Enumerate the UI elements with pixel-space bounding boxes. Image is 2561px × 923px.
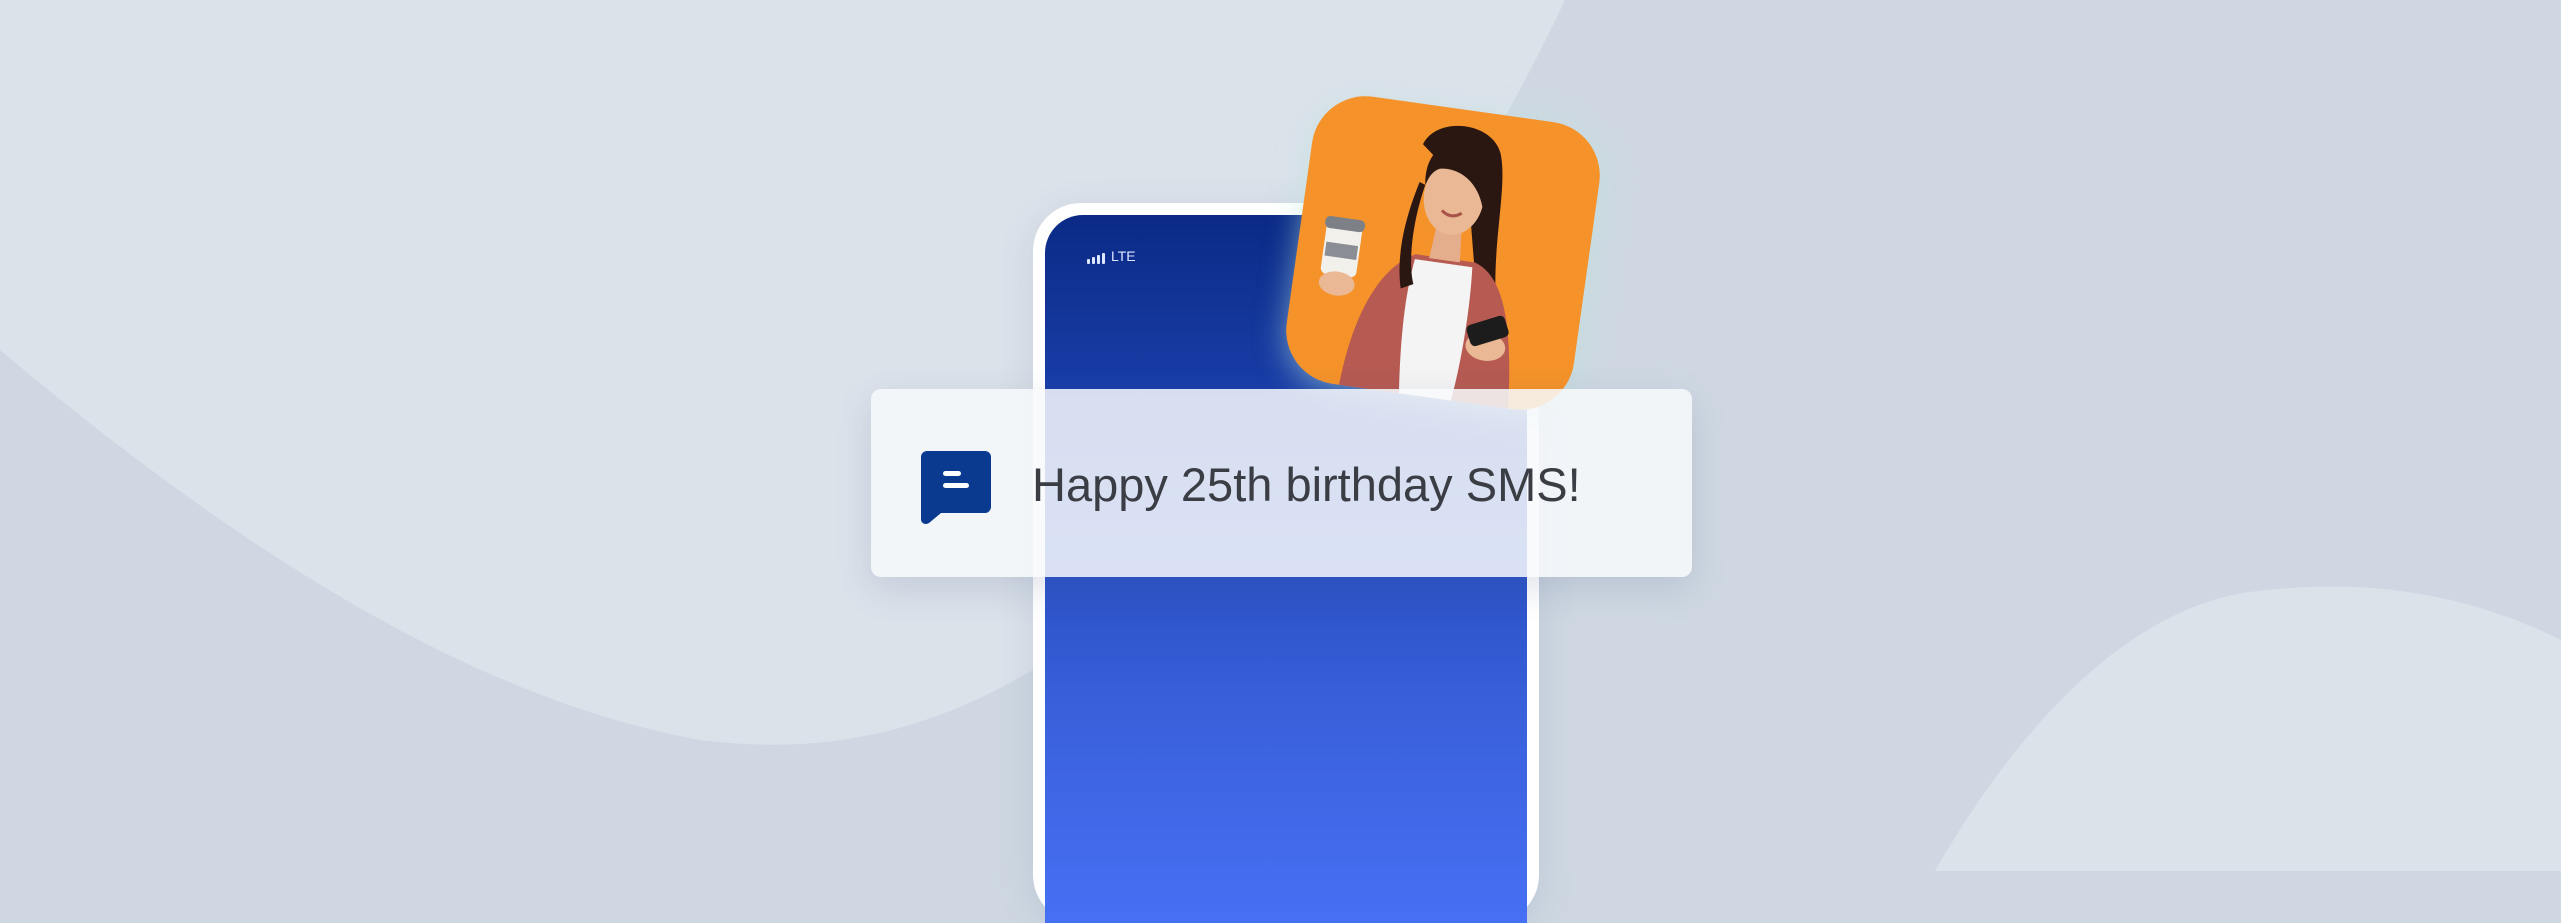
- signal-icon: [1087, 253, 1105, 264]
- message-icon: [921, 451, 991, 524]
- notification-text: Happy 25th birthday SMS!: [1032, 458, 1581, 511]
- network-label: LTE: [1111, 248, 1136, 264]
- woman-illustration: [1318, 125, 1510, 417]
- profile-photo: [1279, 89, 1607, 417]
- sms-notification[interactable]: Happy 25th birthday SMS!: [871, 389, 1692, 577]
- status-bar: LTE: [1087, 248, 1136, 264]
